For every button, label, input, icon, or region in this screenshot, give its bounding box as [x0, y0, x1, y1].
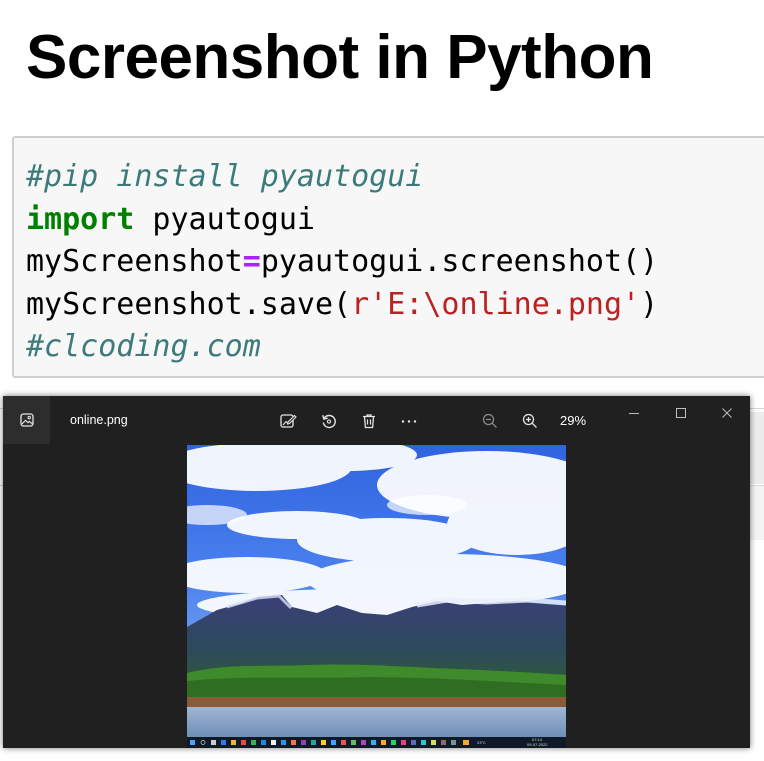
- code-block: #pip install pyautogui import pyautogui …: [12, 136, 764, 378]
- code-text: myScreenshot.save(: [26, 286, 352, 322]
- code-comment: #clcoding.com: [26, 329, 261, 364]
- code-text: pyautogui.screenshot(): [260, 244, 659, 279]
- code-text: myScreenshot: [26, 244, 243, 279]
- taskbar: 23°C 07:14 09-07-2022: [187, 737, 566, 748]
- close-icon[interactable]: [718, 404, 736, 422]
- code-text: pyautogui: [134, 201, 315, 237]
- code-comment: #pip install pyautogui: [26, 159, 424, 194]
- code-line-4: myScreenshot.save(r'E:\online.png'): [26, 284, 764, 327]
- code-string: r'E:\online.png': [351, 286, 641, 322]
- taskbar-temperature: 23°C: [477, 740, 486, 745]
- photo-app-icon[interactable]: [3, 396, 50, 444]
- code-line-3: myScreenshot=pyautogui.screenshot(): [26, 241, 764, 284]
- trash-icon[interactable]: [358, 410, 380, 432]
- code-keyword: import: [26, 201, 135, 237]
- code-operator: =: [242, 244, 261, 279]
- photo-viewer-window: online.png 29% 23°C 07:14 09-07-2022: [3, 396, 750, 748]
- landscape-photo-drawing: [187, 445, 566, 748]
- taskbar-icons: [190, 740, 469, 745]
- background-panel: [750, 486, 764, 540]
- rotate-icon[interactable]: [318, 410, 340, 432]
- minimize-icon[interactable]: [625, 404, 643, 422]
- taskbar-date: 09-07-2022: [527, 742, 548, 747]
- file-name: online.png: [70, 413, 128, 427]
- code-line-1: #pip install pyautogui: [26, 156, 764, 199]
- background-panel: [750, 412, 764, 484]
- zoom-in-icon[interactable]: [519, 410, 541, 432]
- code-line-2: import pyautogui: [26, 199, 764, 242]
- more-icon[interactable]: [398, 410, 420, 432]
- zoom-out-icon[interactable]: [479, 410, 501, 432]
- viewer-titlebar: online.png 29%: [3, 396, 750, 444]
- code-text: ): [640, 286, 659, 322]
- maximize-icon[interactable]: [672, 404, 690, 422]
- code-line-5: #clcoding.com: [26, 326, 764, 369]
- zoom-level: 29%: [560, 413, 587, 428]
- page-title: Screenshot in Python: [26, 23, 654, 92]
- edit-image-icon[interactable]: [277, 410, 299, 432]
- landscape-photo: 23°C 07:14 09-07-2022: [187, 445, 566, 748]
